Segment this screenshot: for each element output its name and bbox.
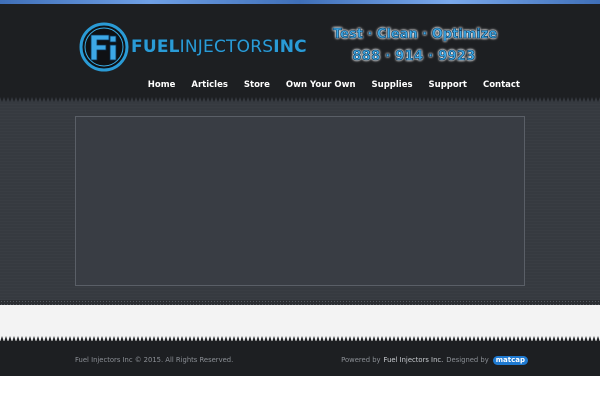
promo-phone-number: 888 · 914 · 9923	[352, 49, 476, 65]
footer-copyright: Fuel Injectors Inc © 2015. All Rights Re…	[75, 356, 234, 364]
slider-frame	[75, 116, 525, 286]
footer-powered-link[interactable]: Fuel Injectors Inc.	[384, 355, 444, 365]
nav-item-support[interactable]: Support	[421, 76, 475, 94]
site-header: FUELINJECTORSINC Test · Clean · Optimize…	[0, 4, 600, 98]
nav-item-store[interactable]: Store	[236, 76, 278, 94]
fi-logo-mark-icon	[79, 22, 129, 72]
nav-item-home[interactable]: Home	[140, 76, 184, 94]
footer-designed-prefix: Designed by	[446, 356, 489, 364]
nav-item-own-your-own[interactable]: Own Your Own	[278, 76, 364, 94]
footer-powered-prefix: Powered by	[341, 356, 381, 364]
promo-tagline: Test · Clean · Optimize	[333, 27, 498, 43]
nav-item-supplies[interactable]: Supplies	[364, 76, 421, 94]
logo-word-injectors: INJECTORS	[179, 37, 274, 57]
logo-wordmark: FUELINJECTORSINC	[131, 35, 307, 59]
nav-item-articles[interactable]: Articles	[183, 76, 236, 94]
designer-logo[interactable]: matcap	[492, 355, 528, 365]
site-logo[interactable]: FUELINJECTORSINC	[79, 22, 331, 72]
site-footer: Fuel Injectors Inc © 2015. All Rights Re…	[0, 341, 600, 376]
logo-word-fuel: FUEL	[131, 37, 180, 57]
main-nav: Home Articles Store Own Your Own Supplie…	[140, 76, 520, 94]
promo-badge: Test · Clean · Optimize 888 · 914 · 9923	[333, 24, 498, 68]
page-bottom-space	[0, 376, 600, 400]
logo-word-inc: INC	[273, 37, 307, 57]
nav-item-contact[interactable]: Contact	[475, 76, 520, 94]
footer-credits: Powered by Fuel Injectors Inc. Designed …	[341, 355, 528, 365]
